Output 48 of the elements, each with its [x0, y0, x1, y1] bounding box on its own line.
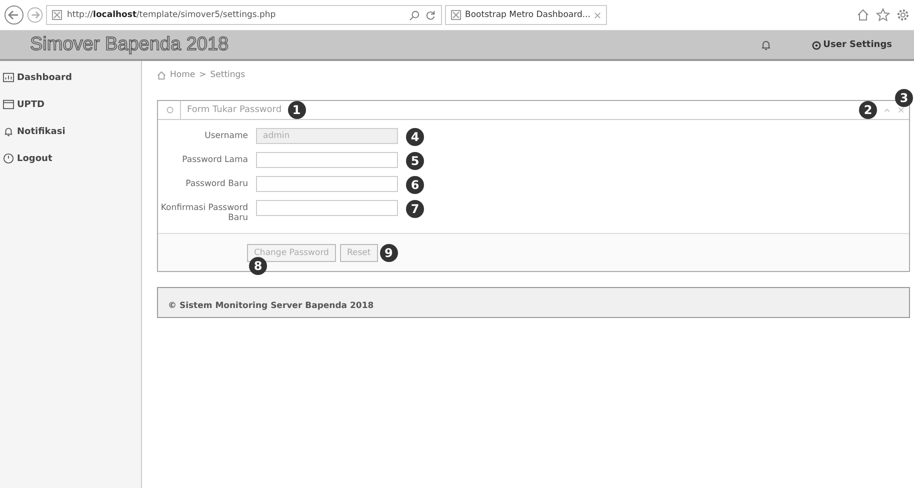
user-settings-menu[interactable]: User Settings — [812, 40, 892, 50]
field-label: Password Baru — [184, 178, 248, 189]
annotation-marker: 9 — [380, 244, 398, 262]
sidebar-item[interactable]: UPTD — [0, 94, 141, 121]
annotation-marker: 1 — [288, 101, 306, 119]
annotation-marker: 3 — [895, 89, 913, 107]
dashboard-icon — [3, 72, 14, 83]
input-field[interactable] — [256, 176, 398, 192]
sidebar-item[interactable]: Dashboard — [0, 67, 141, 94]
site-title: Simover Bapenda 2018 — [30, 34, 229, 56]
annotation-marker: 8 — [249, 257, 267, 275]
search-icon[interactable] — [409, 10, 420, 20]
field-label: Konfirmasi Password Baru — [160, 202, 248, 223]
panel-title: Form Tukar Password — [187, 105, 282, 115]
forward-button[interactable] — [27, 7, 43, 23]
breadcrumb-link[interactable]: Home — [170, 70, 196, 80]
page-icon — [52, 10, 62, 20]
copyright-text: © Sistem Monitoring Server Bapenda 2018 — [168, 301, 374, 311]
sidebar-item[interactable]: Notifikasi — [0, 121, 141, 148]
breadcrumb-link[interactable]: Settings — [210, 70, 246, 80]
tab-title: Bootstrap Metro Dashboard... — [465, 10, 590, 20]
annotation-marker: 7 — [406, 200, 424, 218]
star-icon[interactable] — [876, 8, 890, 22]
annotation-marker: 2 — [859, 101, 877, 119]
annotation-marker: 4 — [406, 128, 424, 146]
annotation-marker: 5 — [406, 152, 424, 170]
address-bar[interactable]: http://localhost/template/simover5/settings.php — [46, 5, 442, 25]
power-icon — [3, 153, 14, 164]
settings-icon[interactable] — [896, 8, 910, 22]
field-label: Password Lama — [181, 154, 248, 165]
home-icon — [157, 70, 166, 80]
back-button[interactable] — [4, 5, 24, 25]
annotation-marker: 6 — [406, 176, 424, 194]
bell-icon — [3, 126, 14, 137]
home-icon[interactable] — [856, 8, 870, 22]
input-field[interactable] — [256, 152, 398, 168]
page-icon — [451, 10, 461, 20]
browser-tab[interactable]: Bootstrap Metro Dashboard... — [445, 5, 608, 25]
collapse-icon[interactable] — [883, 106, 891, 114]
close-icon[interactable] — [897, 106, 905, 114]
bell-icon[interactable] — [760, 39, 772, 51]
breadcrumb-separator: > — [199, 70, 206, 80]
gear-icon — [812, 40, 822, 50]
refresh-icon[interactable] — [425, 10, 436, 20]
field-label: Username — [204, 130, 248, 141]
window-icon — [3, 99, 14, 110]
input-field[interactable] — [256, 200, 398, 216]
sidebar-item[interactable]: Logout — [0, 148, 141, 175]
